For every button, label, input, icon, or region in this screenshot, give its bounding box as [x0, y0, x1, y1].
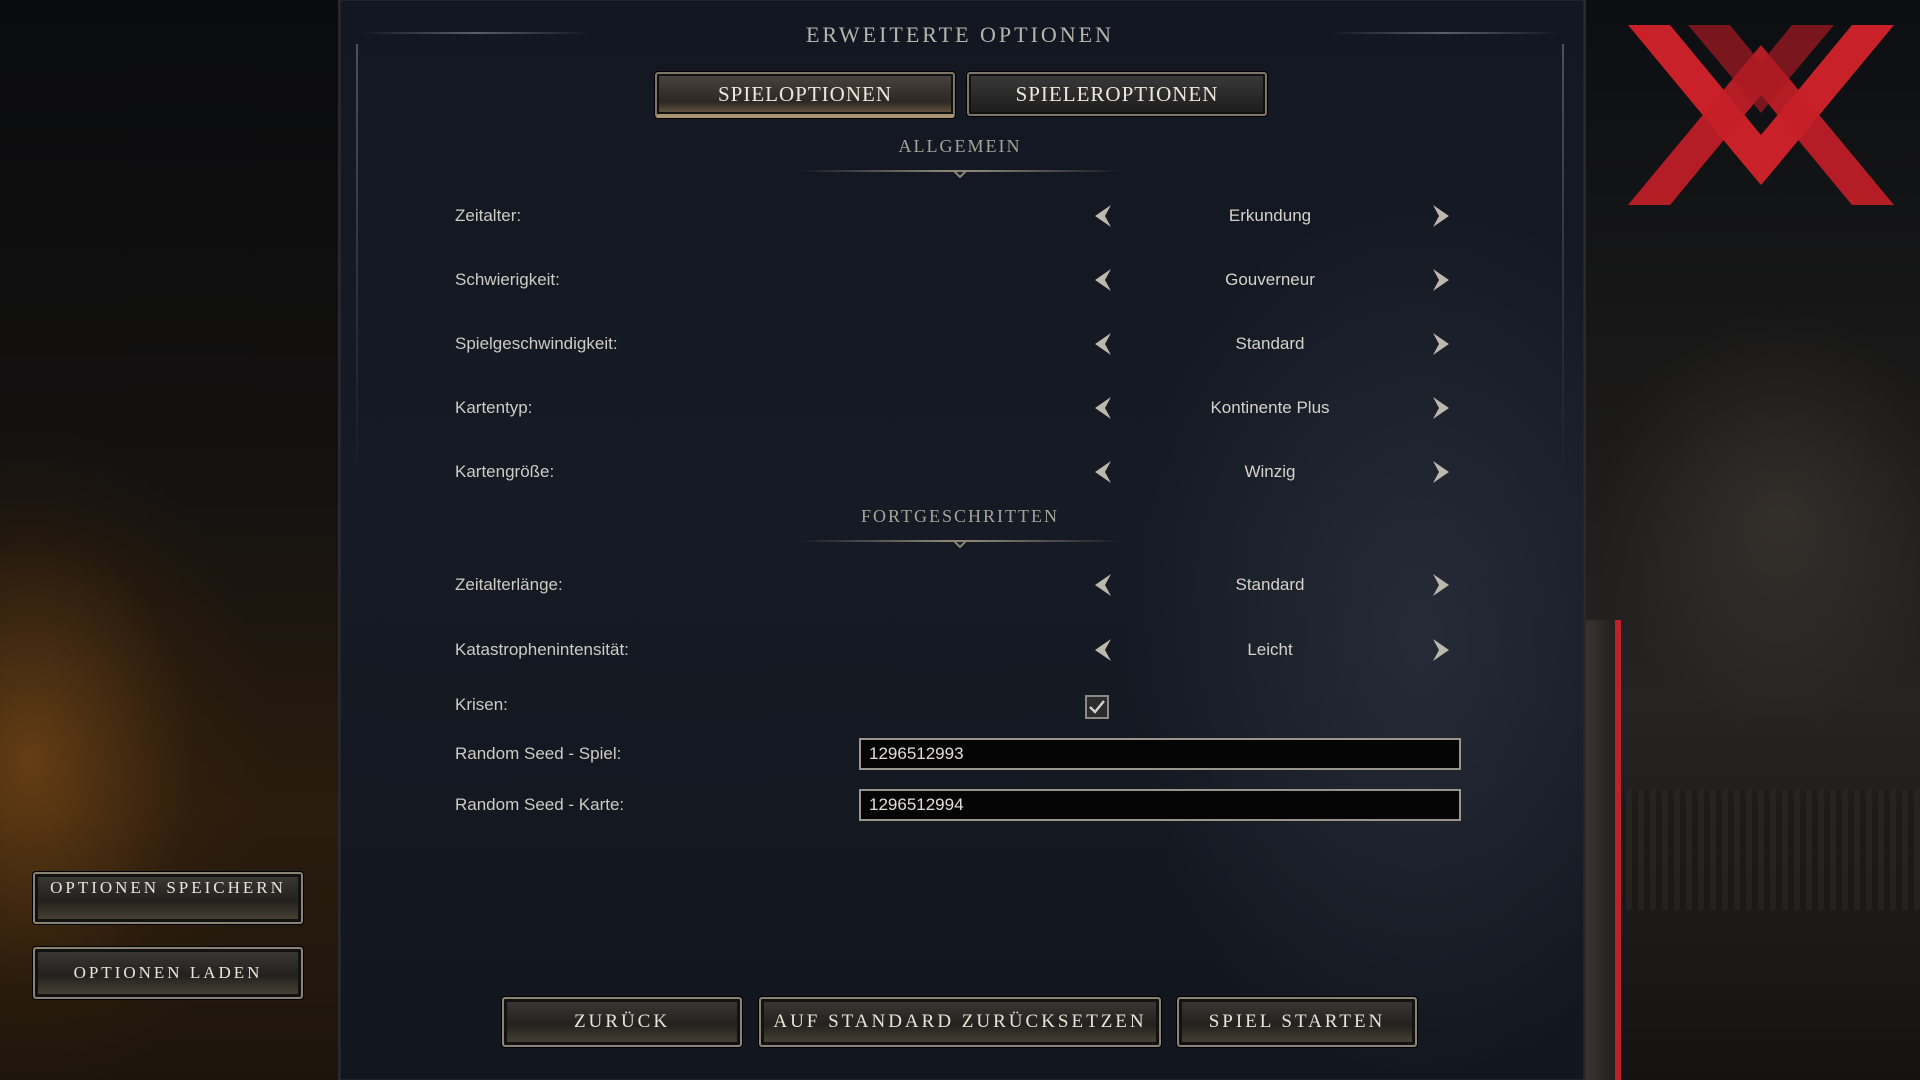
background-figure	[1585, 620, 1621, 1080]
seed-label-spiel: Random Seed - Spiel:	[455, 744, 622, 763]
option-value-schwierigkeit: Gouverneur	[1225, 270, 1315, 289]
section-notch-icon	[953, 540, 967, 548]
seed-input-spiel[interactable]	[859, 738, 1461, 770]
page-title: ERWEITERTE OPTIONEN	[805, 22, 1115, 47]
arrow-right-icon[interactable]	[1427, 267, 1453, 293]
reset-defaults-button[interactable]: AUF STANDARD ZURÜCKSETZEN	[759, 997, 1161, 1047]
option-label-schwierigkeit: Schwierigkeit:	[455, 270, 560, 289]
arrow-right-icon[interactable]	[1427, 572, 1453, 598]
arrow-right-icon[interactable]	[1427, 459, 1453, 485]
back-button[interactable]: ZURÜCK	[502, 997, 742, 1047]
option-label-zeitalterlaenge: Zeitalterlänge:	[455, 575, 563, 594]
option-value-zeitalter: Erkundung	[1228, 206, 1312, 225]
arrow-left-icon[interactable]	[1091, 459, 1117, 485]
checkmark-icon	[1089, 700, 1105, 714]
tab-spieleroptionen[interactable]: SPIELEROPTIONEN	[967, 72, 1267, 116]
section-title-allgemein: ALLGEMEIN	[898, 136, 1022, 156]
arrow-right-icon[interactable]	[1427, 331, 1453, 357]
arrow-left-icon[interactable]	[1091, 267, 1117, 293]
arrow-right-icon[interactable]	[1427, 637, 1453, 663]
option-label-zeitalter: Zeitalter:	[455, 206, 522, 225]
option-value-katastrophenintensitaet: Leicht	[1247, 640, 1293, 659]
section-title-fortgeschritten: FORTGESCHRITTEN	[861, 506, 1059, 526]
save-options-button[interactable]: OPTIONEN SPEICHERN	[33, 872, 303, 924]
background-troops	[1620, 790, 1920, 910]
option-label-krisen: Krisen:	[455, 695, 508, 714]
option-value-zeitalterlaenge: Standard	[1235, 575, 1305, 594]
arrow-left-icon[interactable]	[1091, 331, 1117, 357]
option-label-spielgeschwindigkeit: Spielgeschwindigkeit:	[455, 334, 618, 353]
krisen-checkbox[interactable]	[1085, 695, 1109, 719]
load-options-button[interactable]: OPTIONEN LADEN	[33, 947, 303, 999]
arrow-right-icon[interactable]	[1427, 203, 1453, 229]
seed-input-karte[interactable]	[859, 789, 1461, 821]
option-label-kartengroesse: Kartengröße:	[455, 462, 555, 481]
option-label-katastrophenintensitaet: Katastrophenintensität:	[455, 640, 629, 659]
arrow-left-icon[interactable]	[1091, 395, 1117, 421]
arrow-right-icon[interactable]	[1427, 395, 1453, 421]
section-notch-icon	[953, 170, 967, 178]
option-label-kartentyp: Kartentyp:	[455, 398, 533, 417]
start-game-button[interactable]: SPIEL STARTEN	[1177, 997, 1417, 1047]
seed-label-karte: Random Seed - Karte:	[455, 795, 625, 814]
option-value-spielgeschwindigkeit: Standard	[1235, 334, 1305, 353]
arrow-left-icon[interactable]	[1091, 203, 1117, 229]
panel-frame-right	[1562, 44, 1564, 484]
tab-spieloptionen[interactable]: SPIELOPTIONEN	[655, 72, 955, 118]
arrow-left-icon[interactable]	[1091, 572, 1117, 598]
option-value-kartentyp: Kontinente Plus	[1210, 398, 1330, 417]
panel-frame-left	[356, 44, 358, 484]
arrow-left-icon[interactable]	[1091, 637, 1117, 663]
logo-icon	[1628, 25, 1894, 205]
option-value-kartengroesse: Winzig	[1244, 462, 1296, 481]
